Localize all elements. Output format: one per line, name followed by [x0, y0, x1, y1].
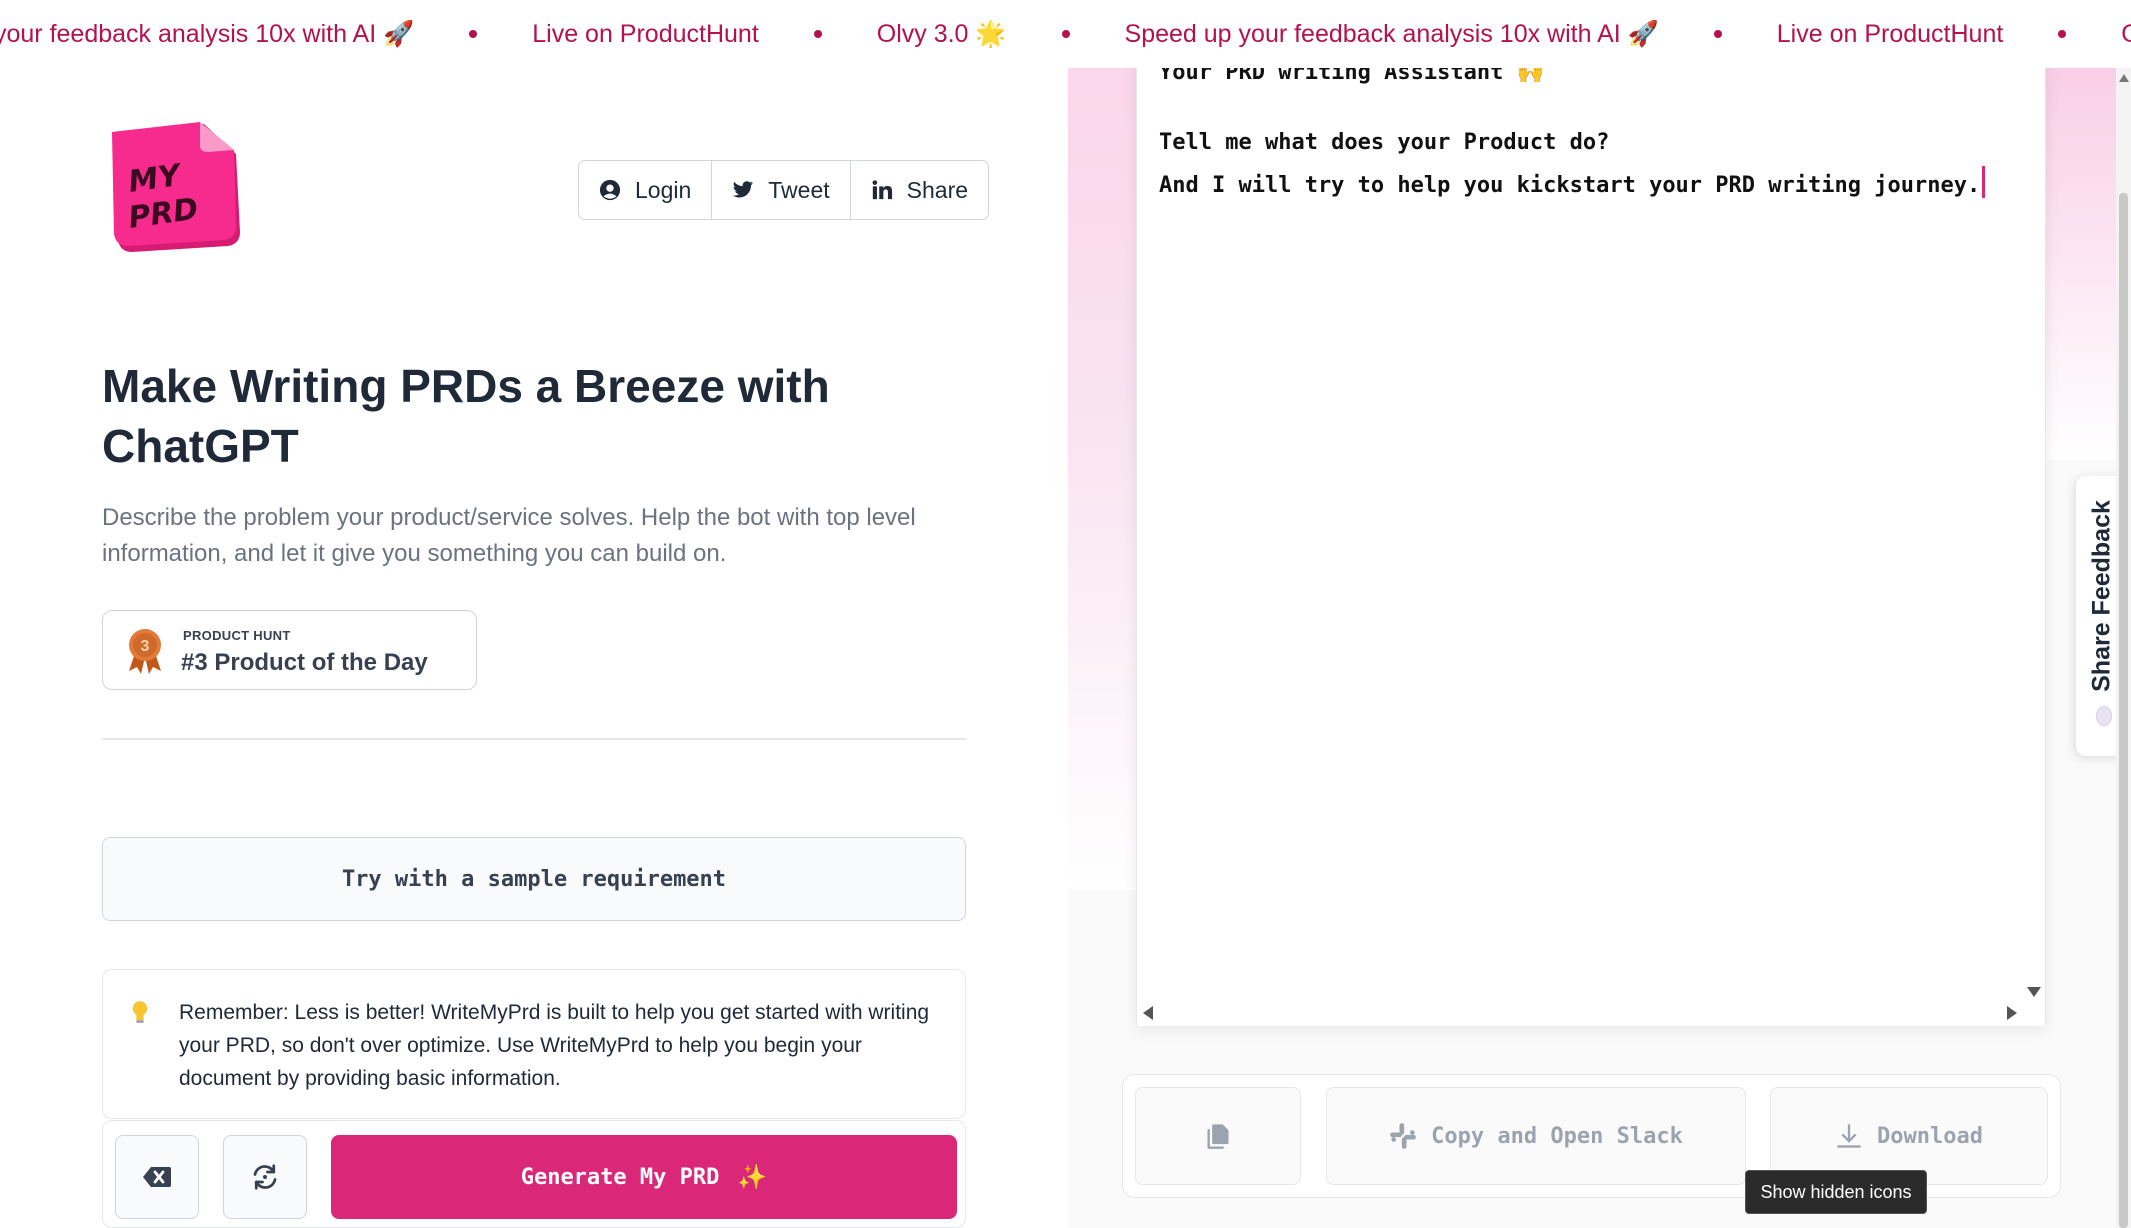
scroll-right-arrow[interactable]	[2007, 1006, 2017, 1020]
copy-icon	[1207, 1124, 1229, 1149]
ticker-item[interactable]: Olvy 3.0 🌟	[877, 20, 1007, 49]
refresh-icon	[253, 1164, 277, 1190]
prd-output-editor[interactable]: Your PRD writing Assistant 🙌 Tell me wha…	[1136, 60, 2046, 1026]
sample-requirement-button[interactable]: Try with a sample requirement	[102, 837, 966, 921]
app-logo[interactable]: MY PRD	[108, 120, 244, 256]
scroll-left-arrow[interactable]	[1143, 1006, 1153, 1020]
ticker-item[interactable]: Olvy	[2121, 20, 2131, 49]
feedback-avatar-icon	[2096, 706, 2112, 726]
announcement-ticker: your feedback analysis 10x with AI 🚀 Liv…	[0, 0, 2131, 68]
ticker-track: your feedback analysis 10x with AI 🚀 Liv…	[0, 0, 2131, 68]
tip-box: Remember: Less is better! WriteMyPrd is …	[102, 969, 966, 1119]
section-divider	[102, 738, 966, 740]
ticker-separator	[469, 30, 478, 38]
ticker-separator	[2058, 30, 2067, 38]
text-cursor	[1982, 166, 1986, 198]
ticker-item[interactable]: Speed up your feedback analysis 10x with…	[1125, 20, 1659, 49]
header-button-group: Login Tweet Share	[578, 160, 990, 220]
login-button[interactable]: Login	[579, 161, 711, 219]
backspace-icon	[143, 1167, 171, 1187]
medal-icon: 3	[129, 629, 161, 674]
scroll-up-arrow[interactable]	[2119, 74, 2129, 82]
input-action-bar: Generate My PRD ✨	[102, 1120, 966, 1228]
tweet-label: Tweet	[768, 176, 830, 203]
linkedin-share-button[interactable]: Share	[849, 161, 988, 219]
editor-prompt-line: Tell me what does your Product do?	[1159, 130, 1610, 155]
scroll-down-arrow[interactable]	[2027, 987, 2041, 997]
svg-text:3: 3	[141, 638, 150, 655]
editor-prompt-line: And I will try to help you kickstart you…	[1159, 166, 1986, 198]
download-icon	[1837, 1124, 1861, 1148]
logo-graphic: MY PRD	[112, 122, 240, 252]
slack-icon	[1390, 1123, 1416, 1149]
copy-button[interactable]	[1135, 1087, 1301, 1185]
share-label: Share	[906, 176, 969, 203]
badge-title: #3 Product of the Day	[181, 649, 428, 676]
linkedin-icon	[872, 180, 892, 200]
decorative-gradient	[1068, 60, 1138, 890]
product-hunt-badge[interactable]: 3 PRODUCT HUNT #3 Product of the Day	[102, 610, 477, 690]
generate-label: Generate My PRD	[520, 1164, 720, 1190]
lightbulb-icon	[131, 1000, 149, 1032]
twitter-icon	[733, 181, 754, 198]
ticker-separator	[1061, 30, 1070, 38]
clear-input-button[interactable]	[115, 1135, 199, 1219]
copy-open-slack-button[interactable]: Copy and Open Slack	[1326, 1087, 1746, 1185]
ticker-item[interactable]: Live on ProductHunt	[532, 20, 759, 49]
badge-source-label: PRODUCT HUNT	[183, 628, 291, 643]
download-button-label: Download	[1877, 1123, 1983, 1149]
ticker-item[interactable]: Live on ProductHunt	[1777, 20, 2004, 49]
decorative-gradient	[2045, 60, 2117, 460]
ticker-item[interactable]: your feedback analysis 10x with AI 🚀	[0, 20, 414, 49]
system-tooltip: Show hidden icons	[1745, 1170, 1927, 1214]
tweet-button[interactable]: Tweet	[711, 161, 849, 219]
editor-line-text: And I will try to help you kickstart you…	[1159, 173, 1981, 198]
scrollbar-thumb[interactable]	[2119, 193, 2128, 1228]
generate-prd-button[interactable]: Generate My PRD ✨	[331, 1135, 957, 1219]
slack-button-label: Copy and Open Slack	[1431, 1123, 1683, 1149]
page-subtitle: Describe the problem your product/servic…	[102, 504, 916, 567]
page-title: Make Writing PRDs a Breeze with ChatGPT	[102, 360, 830, 472]
sparkle-icon: ✨	[737, 1163, 768, 1191]
user-circle-icon	[599, 179, 621, 201]
ticker-separator	[1713, 30, 1722, 38]
tip-text: Remember: Less is better! WriteMyPrd is …	[179, 1001, 930, 1090]
page-scrollbar[interactable]	[2116, 68, 2131, 1228]
feedback-label: Share Feedback	[2087, 500, 2116, 692]
ticker-separator	[813, 30, 822, 38]
reset-button[interactable]	[223, 1135, 307, 1219]
login-label: Login	[635, 176, 692, 203]
